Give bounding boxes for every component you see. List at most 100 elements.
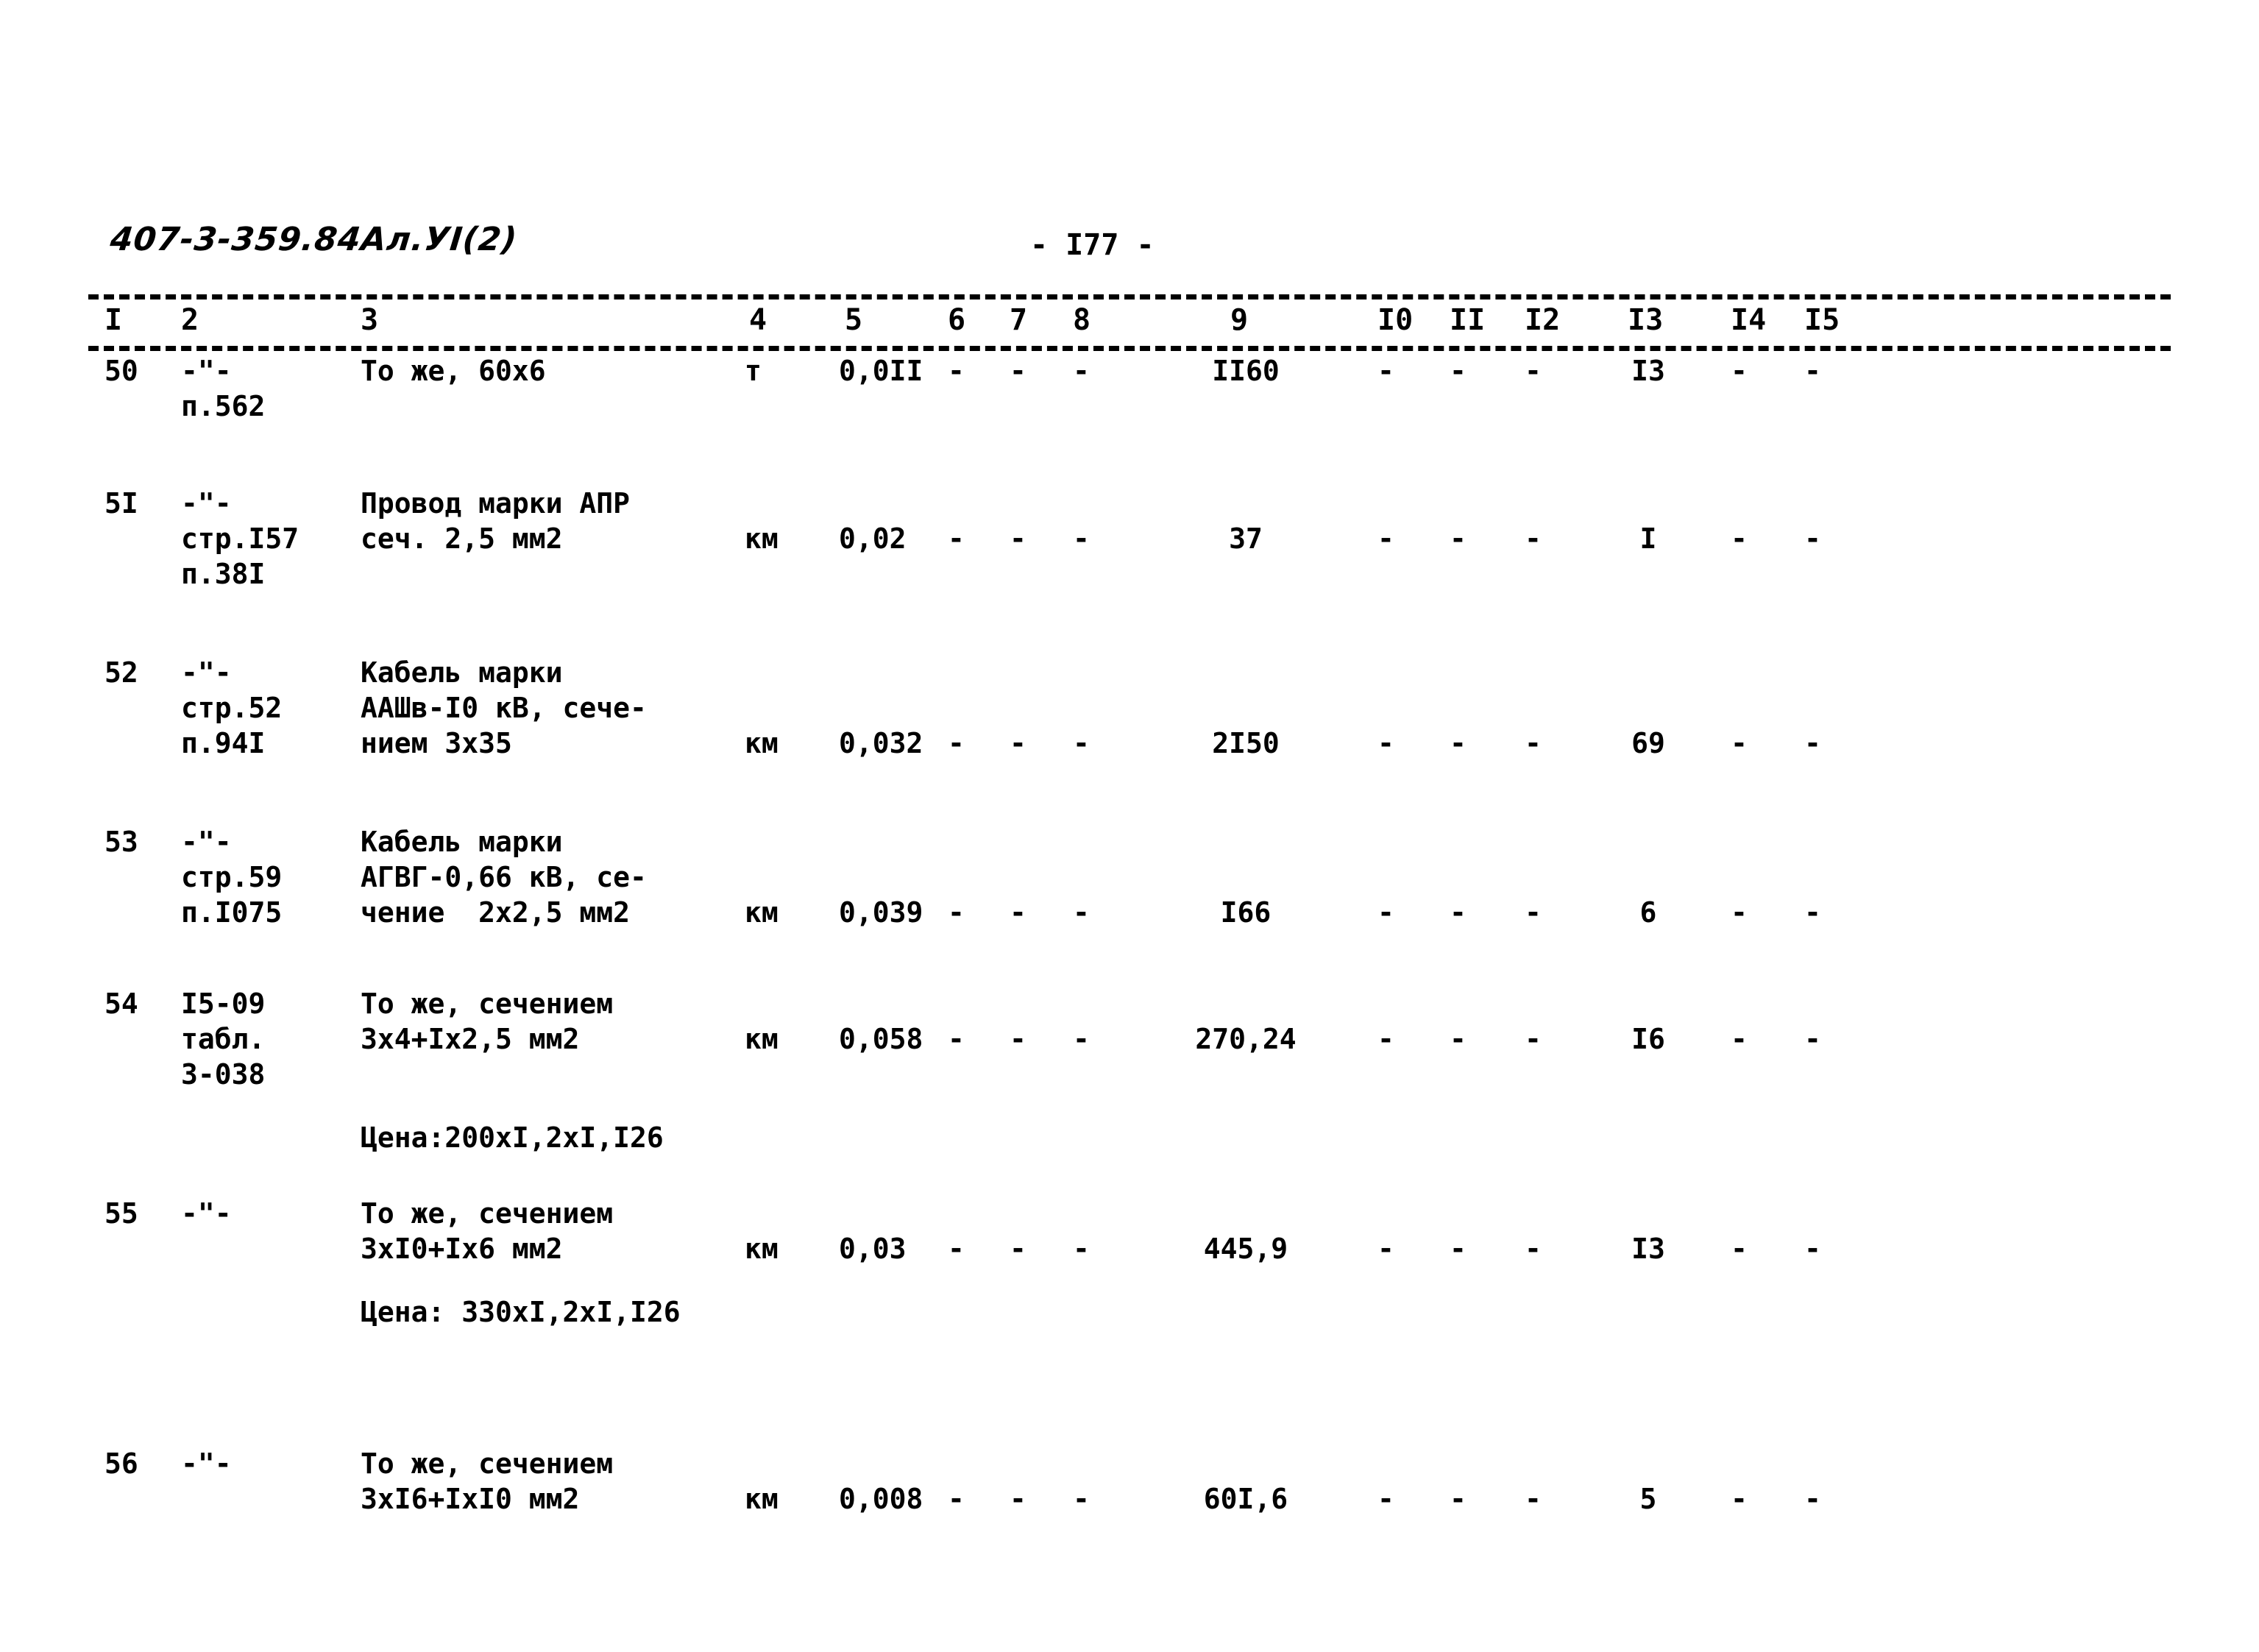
row-col7-value: - xyxy=(1010,896,1026,929)
row-col14-value: - xyxy=(1731,1483,1748,1515)
row-col6-value: - xyxy=(948,1023,965,1055)
row-col14-value: - xyxy=(1731,727,1748,759)
row-quantity: 0,008 xyxy=(839,1483,923,1515)
row-justification-line: стр.59 xyxy=(181,861,283,893)
row-position-number: 52 xyxy=(104,656,138,689)
row-col9-price: I66 xyxy=(1220,896,1272,929)
row-col9-price: II60 xyxy=(1212,355,1280,387)
row-col12-value: - xyxy=(1525,355,1542,387)
row-material-name-line: То же, 60х6 xyxy=(361,355,546,387)
column-header-5: 5 xyxy=(845,303,863,337)
row-material-name-line: 3х4+Iх2,5 мм2 xyxy=(361,1023,580,1055)
row-col8-value: - xyxy=(1073,1233,1090,1265)
row-justification-line: -"- xyxy=(181,656,232,689)
row-col12-value: - xyxy=(1525,1023,1542,1055)
row-col9-price: 2I50 xyxy=(1212,727,1280,759)
row-col8-value: - xyxy=(1073,1023,1090,1055)
row-position-number: 56 xyxy=(104,1447,138,1480)
column-header-I2: I2 xyxy=(1525,303,1561,337)
row-col6-value: - xyxy=(948,896,965,929)
row-justification-line: I5-09 xyxy=(181,988,266,1020)
row-material-name-line: Кабель марки xyxy=(361,656,563,689)
row-unit: км xyxy=(745,727,779,759)
row-col11-value: - xyxy=(1450,727,1467,759)
row-unit: т xyxy=(745,355,762,387)
row-material-name-line: 3хI6+IхI0 мм2 xyxy=(361,1483,580,1515)
row-position-number: 54 xyxy=(104,988,138,1020)
row-unit: км xyxy=(745,522,779,555)
row-col10-value: - xyxy=(1377,355,1394,387)
row-col12-value: - xyxy=(1525,727,1542,759)
row-price-note: Цена: 330хI,2хI,I26 xyxy=(361,1296,681,1328)
row-position-number: 53 xyxy=(104,826,138,858)
row-col8-value: - xyxy=(1073,1483,1090,1515)
row-position-number: 55 xyxy=(104,1197,138,1230)
row-col7-value: - xyxy=(1010,1483,1026,1515)
row-col10-value: - xyxy=(1377,1023,1394,1055)
row-col10-value: - xyxy=(1377,727,1394,759)
row-col15-value: - xyxy=(1804,727,1821,759)
row-justification-line: табл. xyxy=(181,1023,266,1055)
row-material-name-line: нием 3х35 xyxy=(361,727,512,759)
row-col13-total: 69 xyxy=(1631,727,1665,759)
column-header-II: II xyxy=(1450,303,1486,337)
row-material-name-line: ААШв-I0 кВ, сече- xyxy=(361,692,647,724)
column-header-2: 2 xyxy=(181,303,199,337)
row-col6-value: - xyxy=(948,1233,965,1265)
scanned-document-page: 407-3-359.84Ал.УI(2) - I77 - I 2 3 4 5 6 7 8 9 I0… xyxy=(0,0,2259,1652)
row-col10-value: - xyxy=(1377,896,1394,929)
row-unit: км xyxy=(745,896,779,929)
row-col8-value: - xyxy=(1073,522,1090,555)
row-col15-value: - xyxy=(1804,1023,1821,1055)
row-material-name-line: То же, сечением xyxy=(361,1197,614,1230)
row-col14-value: - xyxy=(1731,522,1748,555)
row-col11-value: - xyxy=(1450,1483,1467,1515)
row-col13-total: I3 xyxy=(1631,1233,1665,1265)
row-quantity: 0,058 xyxy=(839,1023,923,1055)
row-justification-line: -"- xyxy=(181,826,232,858)
row-col11-value: - xyxy=(1450,355,1467,387)
table-row: 52 -"- стр.52 п.94I Кабель марки ААШв-I0 кВ, … xyxy=(0,655,2259,802)
row-material-name-line: 3хI0+Iх6 мм2 xyxy=(361,1233,563,1265)
row-justification-line: п.562 xyxy=(181,390,266,422)
table-row: 50 -"- п.562 То же, 60х6 т 0,0II - - - II60- - - I3-… xyxy=(0,353,2259,500)
row-col7-value: - xyxy=(1010,522,1026,555)
row-material-name-line: Кабель марки xyxy=(361,826,563,858)
row-unit: км xyxy=(745,1483,779,1515)
row-justification-line: п.94I xyxy=(181,727,266,759)
row-col15-value: - xyxy=(1804,522,1821,555)
row-justification-line: стр.I57 xyxy=(181,522,299,555)
row-col11-value: - xyxy=(1450,1233,1467,1265)
table-row: 55 -"- То же, сечением 3хI0+Iх6 мм2 км 0,03 - -… xyxy=(0,1196,2259,1343)
row-col13-total: I3 xyxy=(1631,355,1665,387)
row-col6-value: - xyxy=(948,355,965,387)
row-justification-line: -"- xyxy=(181,355,232,387)
column-header-3: 3 xyxy=(361,303,379,337)
row-unit: км xyxy=(745,1233,779,1265)
row-material-name-line: чение 2х2,5 мм2 xyxy=(361,896,631,929)
row-justification-line: -"- xyxy=(181,1197,232,1230)
row-col9-price: 60I,6 xyxy=(1203,1483,1288,1515)
column-header-9: 9 xyxy=(1230,303,1249,337)
column-header-4: 4 xyxy=(749,303,767,337)
row-col15-value: - xyxy=(1804,1233,1821,1265)
row-col6-value: - xyxy=(948,1483,965,1515)
row-col13-total: 6 xyxy=(1639,896,1657,929)
row-col14-value: - xyxy=(1731,1023,1748,1055)
row-material-name-line: То же, сечением xyxy=(361,988,614,1020)
row-col12-value: - xyxy=(1525,522,1542,555)
row-col7-value: - xyxy=(1010,355,1026,387)
column-header-6: 6 xyxy=(948,303,966,337)
header-rule-bottom xyxy=(88,346,2171,351)
row-material-name-line: Провод марки АПР xyxy=(361,487,631,520)
column-header-I5: I5 xyxy=(1804,303,1840,337)
row-material-name-line: То же, сечением xyxy=(361,1447,614,1480)
row-col8-value: - xyxy=(1073,355,1090,387)
column-header-I3: I3 xyxy=(1628,303,1664,337)
row-col8-value: - xyxy=(1073,727,1090,759)
row-col15-value: - xyxy=(1804,896,1821,929)
row-col7-value: - xyxy=(1010,1023,1026,1055)
row-col14-value: - xyxy=(1731,355,1748,387)
table-row: 53 -"- стр.59 п.I075 Кабель марки АГВГ-0,66 к… xyxy=(0,824,2259,971)
row-col10-value: - xyxy=(1377,1233,1394,1265)
